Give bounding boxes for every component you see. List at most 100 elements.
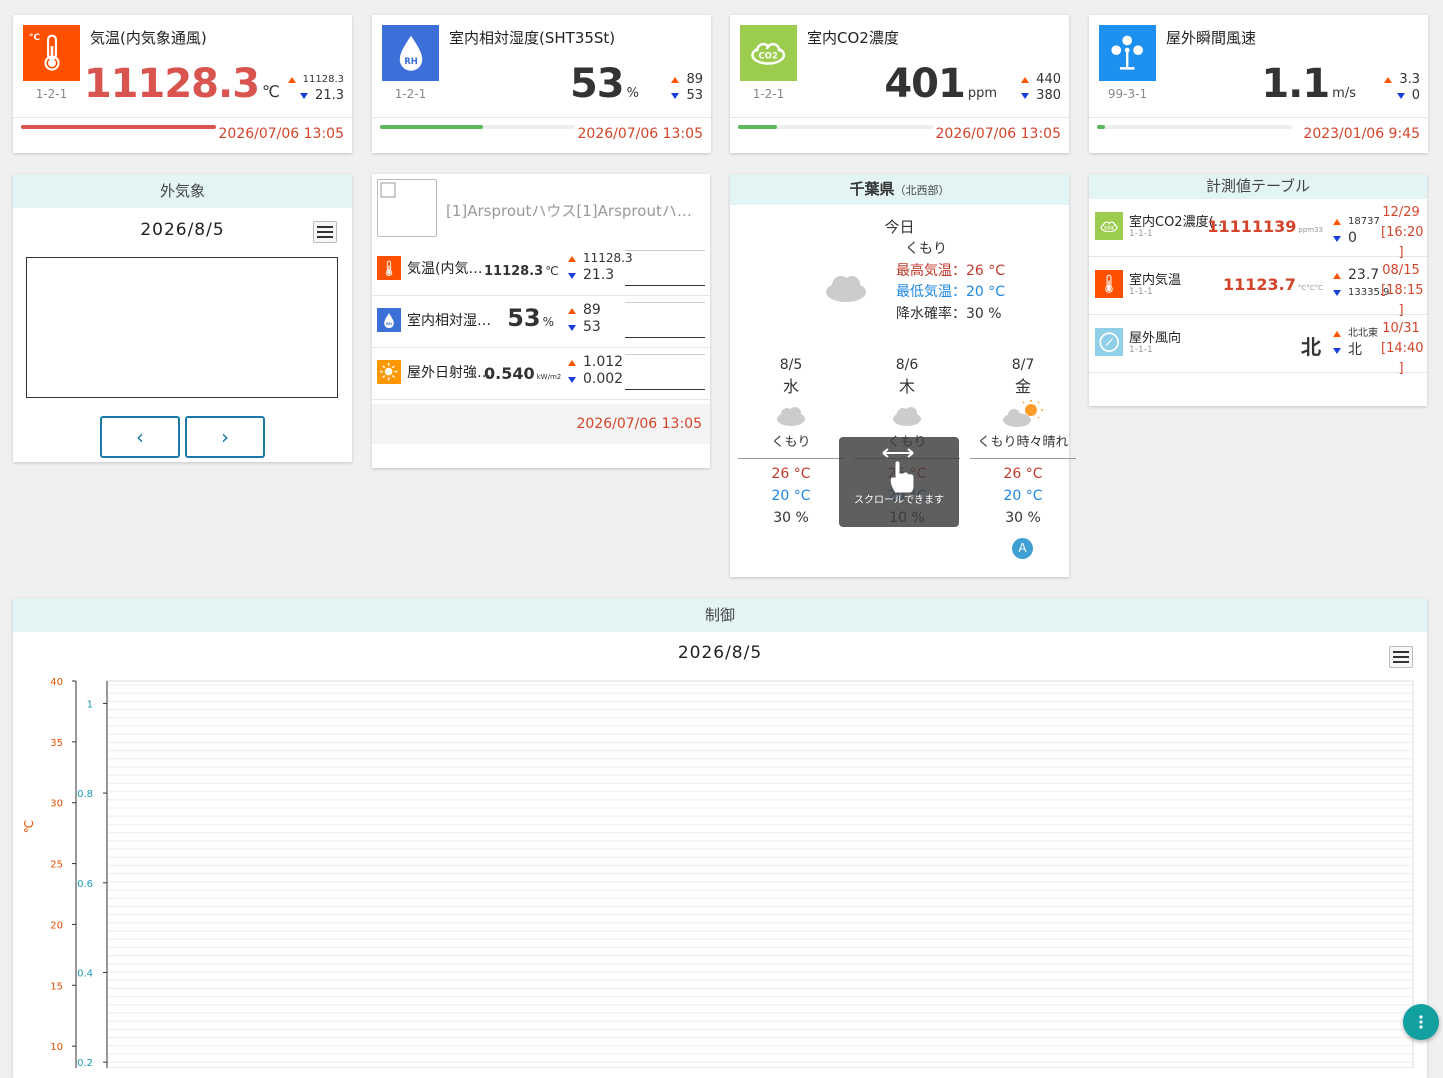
house-row-value: 53 <box>507 304 541 332</box>
arrow-up-icon <box>568 307 576 314</box>
y-right-tick-label: 0.8 <box>77 789 93 800</box>
forecast-max: 26 °C <box>771 466 811 482</box>
sensor-card[interactable]: RH 室内相対湿度(SHT35St) 1-2-1 53% 89 53 2026/… <box>372 15 711 153</box>
sensor-code: 1-2-1 <box>752 87 785 101</box>
sensor-progress-bar <box>1097 125 1292 129</box>
thermometer-icon <box>377 256 401 280</box>
house-row-sparkline <box>625 354 705 390</box>
sensor-high: 440 <box>1036 72 1061 87</box>
chevron-right-icon: › <box>221 425 229 449</box>
house-row-value: 0.540 <box>484 364 535 383</box>
measure-row-unit: °C°C°C <box>1297 284 1323 292</box>
control-chart-menu-button[interactable] <box>1389 646 1413 668</box>
house-row-sparkline <box>625 250 705 286</box>
today-rain: 降水確率：30 % <box>896 306 1002 322</box>
measure-row-code: 1-1-1 <box>1129 345 1153 355</box>
chevron-left-icon: ‹ <box>136 425 144 449</box>
today-weather: くもり <box>905 241 947 257</box>
y-right-tick-label: 0.4 <box>77 968 93 979</box>
forecast-day: 8/5 水 くもり 26 °C 20 °C 30 % <box>738 354 844 529</box>
broken-image-icon <box>380 182 396 198</box>
arrow-up-icon <box>1333 330 1341 337</box>
scroll-hint-overlay: スクロールできます <box>839 437 959 527</box>
sensor-high-low: 11128.3 21.3 <box>287 72 344 104</box>
measure-row-timestamp: 10/31 [14:40] <box>1381 319 1424 379</box>
outside-weather-chart-area <box>26 257 338 398</box>
arrow-down-icon <box>300 93 309 99</box>
sensor-low: 380 <box>1036 88 1061 103</box>
wind-vane-icon <box>1099 25 1156 81</box>
house-row[interactable]: RH 室内相対湿… 53% 89 53 <box>372 296 710 348</box>
y-right-tick-label: 1 <box>87 699 93 710</box>
measure-row[interactable]: 屋外風向 1-1-1 北 北北東 北 10/31 [14:40] <box>1089 315 1427 376</box>
next-button[interactable]: › <box>185 416 265 458</box>
today-label: 今日 <box>884 218 915 236</box>
plot-area <box>106 680 1414 1068</box>
sensor-high: 3.3 <box>1399 72 1420 87</box>
control-chart: 40 35 30 25 20 15 10 1 0.8 0.6 0.4 0.2 ℃ <box>22 677 1414 1068</box>
measure-row[interactable]: 室内気温 1-1-1 11123.7 °C°C°C 23.7 13335.9 08… <box>1089 257 1427 318</box>
house-row-value: 11128.3 <box>484 264 544 279</box>
arrow-down-icon <box>1333 235 1341 242</box>
y-left-tick-label: 20 <box>50 920 63 931</box>
measure-row-timestamp: 08/15 [18:15] <box>1381 261 1424 321</box>
forecast-dow: 金 <box>1014 377 1031 396</box>
hamburger-icon <box>1393 651 1409 663</box>
forecast-region: （北西部） <box>894 184 950 197</box>
arrow-down-icon <box>568 272 576 279</box>
cloud-icon <box>893 407 921 426</box>
house-row[interactable]: 屋外日射強… 0.540 kW/m2 1.012 0.002 <box>372 348 710 400</box>
forecast-weather: くもり <box>738 432 844 459</box>
sensor-value-group: 11128.3 ℃ <box>84 61 280 107</box>
control-date: 2026/8/5 <box>677 643 763 663</box>
forecast-dow: 木 <box>898 377 915 396</box>
y-left-tick-label: 15 <box>50 981 63 992</box>
swipe-hand-icon <box>882 448 915 494</box>
measure-row-high: 北北東 <box>1348 328 1378 339</box>
sensor-code: 1-2-1 <box>35 87 68 101</box>
house-row-label: 屋外日射強… <box>407 365 491 381</box>
floating-menu-button[interactable] <box>1403 1004 1439 1040</box>
measure-row-value-group: 11123.7 °C°C°C <box>1223 275 1323 294</box>
arrow-down-icon <box>568 376 576 383</box>
measure-table-header: 計測値テーブル <box>1089 174 1427 199</box>
house-row-unit: % <box>542 315 554 329</box>
sensor-value: 401 <box>884 61 965 107</box>
outside-weather-panel: 外気象 2026/8/5 ‹ › <box>13 174 352 462</box>
house-image <box>377 179 437 237</box>
sensor-card[interactable]: 屋外瞬間風速 99-3-1 1.1 m/s 3.3 0 2023/01/06 9:… <box>1089 15 1428 153</box>
humidity-drop-icon: RH <box>377 308 401 332</box>
house-row-value-group: 11128.3 ℃ <box>484 260 559 279</box>
arrow-up-icon <box>1021 77 1030 83</box>
sensor-progress-fill <box>738 125 777 129</box>
chart-menu-button[interactable] <box>313 221 337 243</box>
forecast-weather: くもり時々晴れ <box>970 432 1076 459</box>
measure-row-title: 室内気温 <box>1129 273 1182 288</box>
prev-button[interactable]: ‹ <box>100 416 180 458</box>
divider <box>730 117 1069 118</box>
house-row-low: 21.3 <box>583 267 615 283</box>
forecast-min: 20 °C <box>1003 488 1043 504</box>
house-panel: [1]Arsproutハウス[1]Arsproutハウス 気温(内気… 1112… <box>372 174 710 468</box>
arrow-up-icon <box>671 77 680 83</box>
co2-cloud-icon: CO2 <box>1095 212 1123 240</box>
measure-row-low: 0 <box>1348 230 1357 246</box>
cloud-sun-icon <box>1003 400 1043 427</box>
divider <box>372 117 711 118</box>
forecast-date: 8/5 <box>779 357 803 373</box>
sensor-unit: ℃ <box>262 82 280 101</box>
sensor-high: 89 <box>686 72 703 87</box>
arrow-down-icon <box>671 93 680 99</box>
house-row-low: 53 <box>583 319 601 335</box>
house-title[interactable]: [1]Arsproutハウス[1]Arsproutハウス <box>446 200 704 221</box>
a-badge[interactable]: A <box>1012 538 1033 559</box>
sensor-unit: ppm <box>967 86 997 101</box>
measure-row-unit: ppm33 <box>1298 226 1323 234</box>
sensor-card[interactable]: °C 気温(内気象通風) 1-2-1 11128.3 ℃ 11128.3 21.3… <box>13 15 352 153</box>
outside-weather-date: 2026/8/5 <box>140 220 225 240</box>
house-row[interactable]: 気温(内気… 11128.3 ℃ 11128.3 21.3 <box>372 244 710 296</box>
compass-icon <box>1095 328 1123 356</box>
sensor-card[interactable]: CO2 室内CO2濃度 1-2-1 401 ppm 440 380 2026/07… <box>730 15 1069 153</box>
measure-row[interactable]: CO2 室内CO2濃度(… 1-1-1 11111139 ppm33 18737 … <box>1089 199 1427 260</box>
sensor-low: 21.3 <box>315 88 344 103</box>
